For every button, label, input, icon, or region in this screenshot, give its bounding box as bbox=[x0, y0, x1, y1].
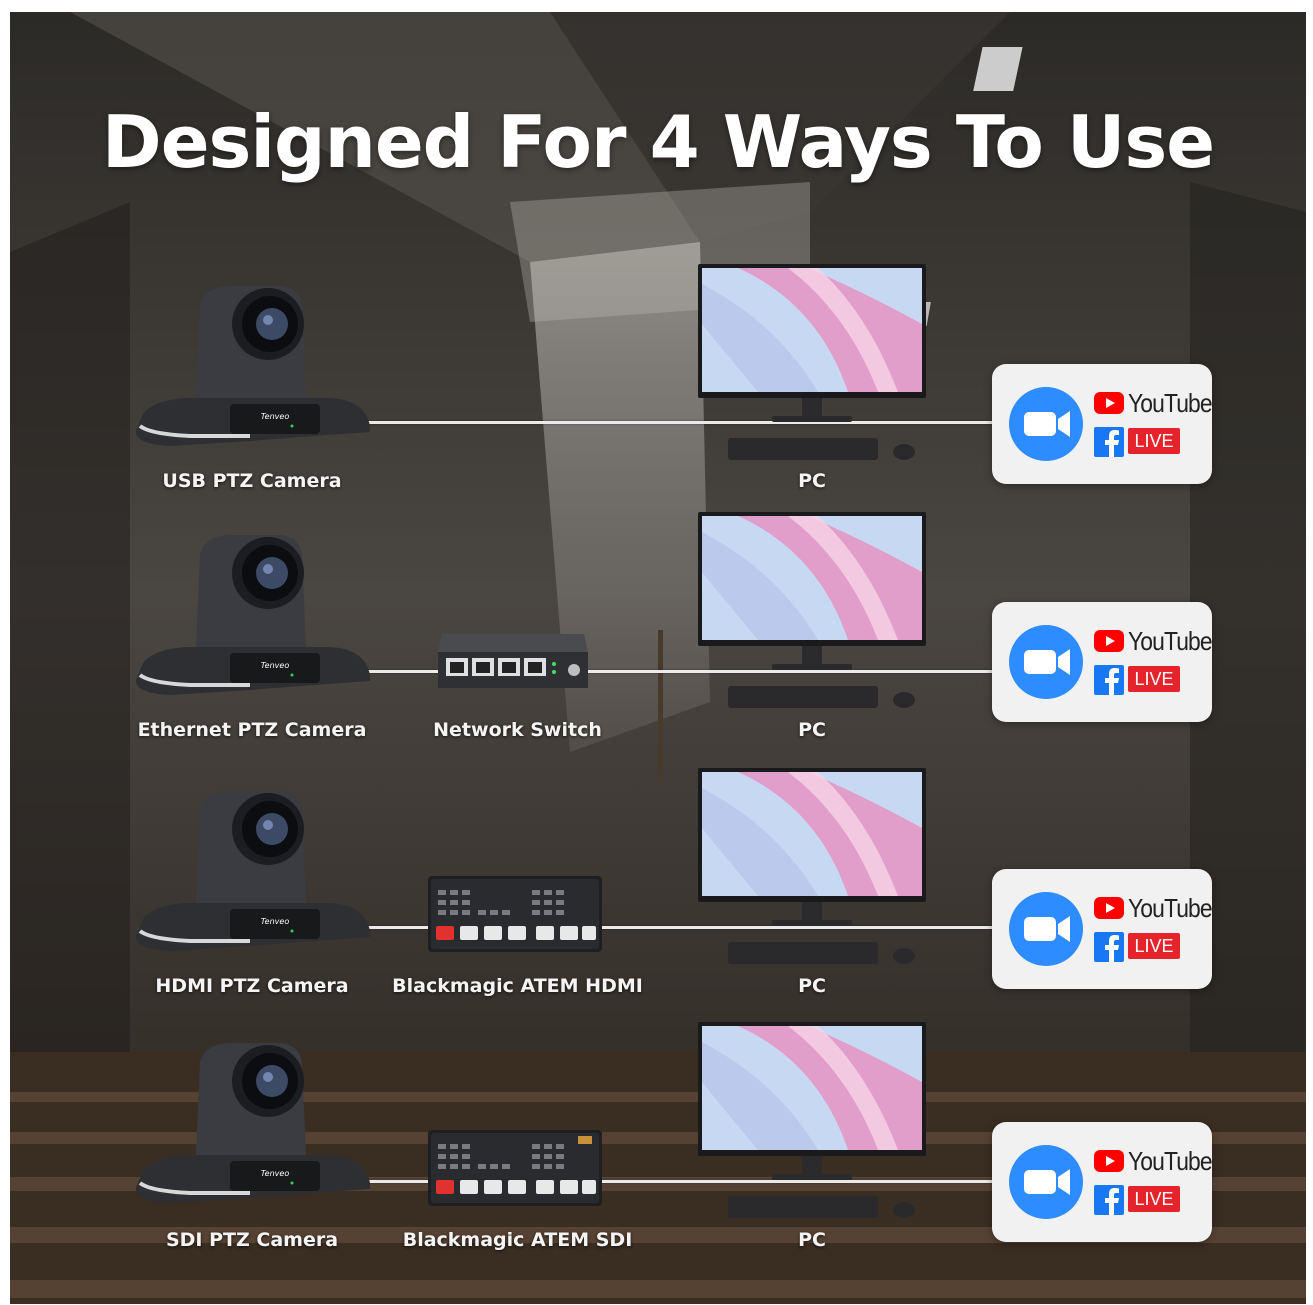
pc-monitor-icon bbox=[698, 512, 926, 708]
facebook-icon bbox=[1094, 1185, 1124, 1215]
camera-brand: Tenveo bbox=[261, 412, 290, 421]
platform-card-3: YouTube LIVE bbox=[992, 869, 1213, 989]
keyboard-icon bbox=[728, 942, 878, 964]
camera-brand: Tenveo bbox=[261, 917, 290, 926]
zoom-icon bbox=[1009, 892, 1083, 966]
camera-icon: Tenveo bbox=[135, 791, 370, 951]
platform-card-4: YouTube LIVE bbox=[992, 1122, 1213, 1242]
device-label-2: Network Switch bbox=[433, 719, 602, 741]
pc-monitor-icon bbox=[698, 768, 926, 964]
youtube-label: YouTube bbox=[1128, 388, 1213, 418]
live-badge: LIVE bbox=[1128, 933, 1180, 959]
page-title: Designed For 4 Ways To Use bbox=[101, 100, 1215, 184]
keyboard-icon bbox=[728, 686, 878, 708]
facebook-icon bbox=[1094, 427, 1124, 457]
youtube-label: YouTube bbox=[1128, 626, 1213, 656]
platform-card-2: YouTube LIVE bbox=[992, 602, 1213, 722]
camera-label-3: HDMI PTZ Camera bbox=[155, 975, 349, 997]
camera-label-4: SDI PTZ Camera bbox=[165, 1229, 339, 1251]
mouse-icon bbox=[893, 948, 915, 964]
keyboard-icon bbox=[728, 1196, 878, 1218]
live-badge: LIVE bbox=[1128, 1186, 1180, 1212]
camera-brand: Tenveo bbox=[261, 1169, 290, 1178]
pc-monitor-icon bbox=[698, 264, 926, 460]
mouse-icon bbox=[893, 444, 915, 460]
camera-icon: Tenveo bbox=[135, 1043, 370, 1203]
pc-label-3: PC bbox=[798, 975, 826, 997]
platform-card-1: YouTube LIVE bbox=[992, 364, 1213, 484]
pc-label-2: PC bbox=[798, 719, 826, 741]
facebook-icon bbox=[1094, 665, 1124, 695]
diagram-stage: Designed For 4 Ways To Use Tenveo YouTub… bbox=[10, 12, 1306, 1304]
camera-icon: Tenveo bbox=[135, 535, 370, 695]
youtube-label: YouTube bbox=[1128, 893, 1213, 923]
zoom-icon bbox=[1009, 1145, 1083, 1219]
device-label-4: Blackmagic ATEM SDI bbox=[402, 1229, 633, 1251]
switcher-icon bbox=[428, 1130, 602, 1206]
pc-monitor-icon bbox=[698, 1022, 926, 1218]
zoom-icon bbox=[1009, 387, 1083, 461]
youtube-icon bbox=[1094, 630, 1124, 652]
youtube-icon bbox=[1094, 897, 1124, 919]
youtube-label: YouTube bbox=[1128, 1146, 1213, 1176]
youtube-icon bbox=[1094, 392, 1124, 414]
pc-label-1: PC bbox=[798, 470, 826, 492]
mouse-icon bbox=[893, 1202, 915, 1218]
camera-label-1: USB PTZ Camera bbox=[162, 470, 342, 492]
live-badge: LIVE bbox=[1128, 666, 1180, 692]
device-label-3: Blackmagic ATEM HDMI bbox=[392, 975, 643, 997]
mouse-icon bbox=[893, 692, 915, 708]
keyboard-icon bbox=[728, 438, 878, 460]
camera-brand: Tenveo bbox=[261, 661, 290, 670]
camera-label-2: Ethernet PTZ Camera bbox=[137, 719, 367, 741]
youtube-icon bbox=[1094, 1150, 1124, 1172]
facebook-icon bbox=[1094, 932, 1124, 962]
live-badge: LIVE bbox=[1128, 428, 1180, 454]
pc-label-4: PC bbox=[798, 1229, 826, 1251]
network-switch-icon bbox=[438, 634, 588, 688]
camera-icon: Tenveo bbox=[135, 286, 370, 446]
switcher-icon bbox=[428, 876, 602, 952]
zoom-icon bbox=[1009, 625, 1083, 699]
